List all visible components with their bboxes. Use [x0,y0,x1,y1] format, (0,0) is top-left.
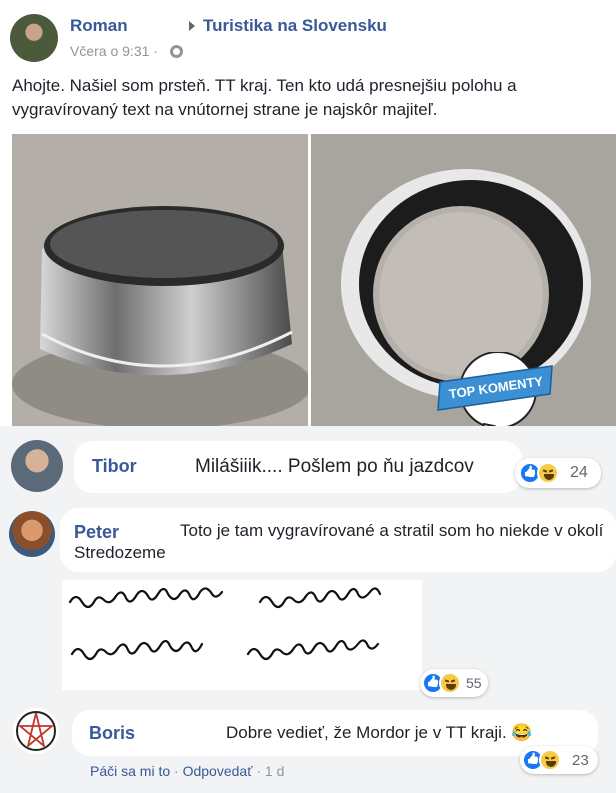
post-timestamp[interactable]: Včera o 9:31 · [70,43,158,59]
reply-link[interactable]: Odpovedať [183,763,253,779]
comment-text: Dobre vedieť, že Mordor je v TT kraji. 😂 [226,723,533,742]
separator: · [174,763,179,779]
triangle-arrow-icon [189,21,195,31]
reaction-count: 23 [572,752,589,769]
separator: · [256,763,262,779]
reaction-count: 55 [466,675,482,691]
attached-image-elvish-inscription[interactable] [62,580,422,690]
comment-text: Toto je tam vygravírované a stratil som … [74,521,604,562]
author-avatar[interactable] [10,14,58,62]
comment-actions: Páči sa mi to · Odpovedať · 1 d [90,763,284,779]
post-header: Roman Turistika na Slovensku Včera o 9:3… [0,0,616,68]
globe-icon [170,45,183,58]
haha-reaction-icon [539,749,561,771]
comment-avatar[interactable] [13,708,59,754]
comment-time[interactable]: 1 d [265,763,284,779]
post-photo-1[interactable] [12,134,308,426]
comment-author[interactable]: Tibor [92,456,137,477]
author-name[interactable]: Roman [70,16,128,36]
haha-reaction-icon [439,672,461,694]
haha-reaction-icon [537,462,559,484]
comment-author[interactable]: Boris [89,723,135,744]
post-text: Ahojte. Našiel som prsteň. TT kraj. Ten … [12,76,517,119]
reaction-count: 24 [570,464,588,481]
comment-text: Milášiiik.... Pošlem po ňu jazdcov [195,456,474,477]
like-comment-link[interactable]: Páči sa mi to [90,763,170,779]
group-name[interactable]: Turistika na Slovensku [203,16,387,36]
comment-avatar[interactable] [9,511,55,557]
comment-avatar[interactable] [11,440,63,492]
